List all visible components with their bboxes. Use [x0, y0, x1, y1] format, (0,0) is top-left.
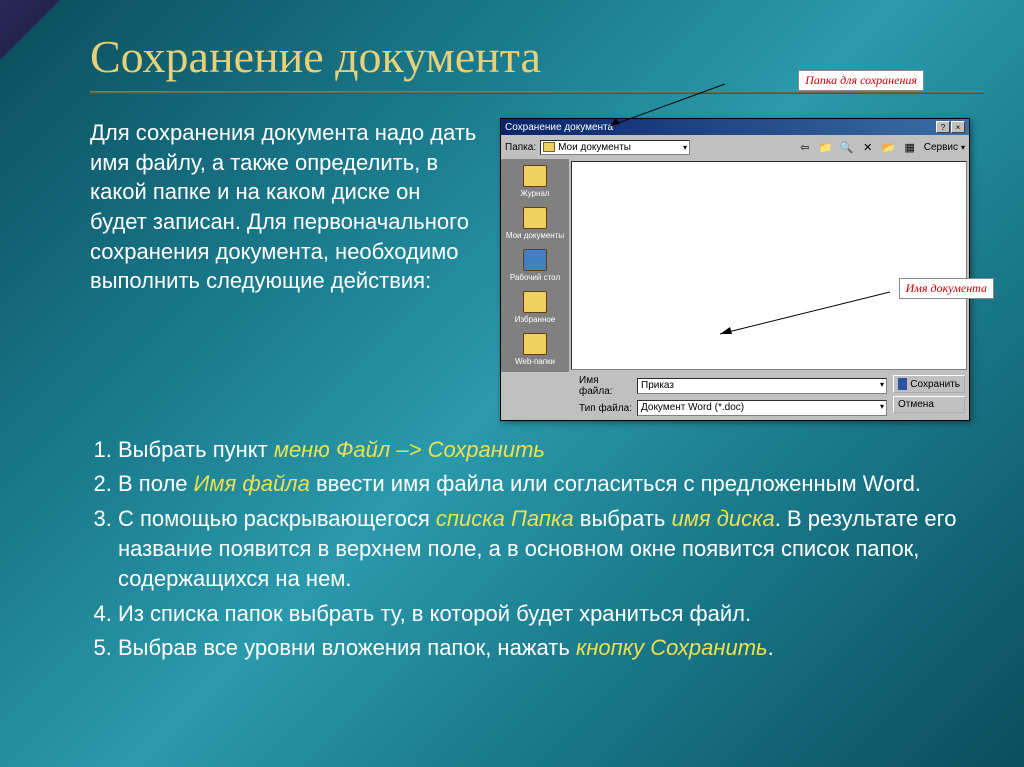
service-label[interactable]: Сервис — [924, 142, 958, 153]
dialog-body: Журнал Мои документы Рабочий стол И — [501, 159, 969, 372]
filename-value: Приказ — [641, 380, 674, 391]
text: Выбрав все уровни вложения папок, нажать — [118, 635, 576, 660]
dialog-titlebar: Сохранение документа ? × — [501, 119, 969, 135]
folder-label: Папка: — [505, 142, 536, 153]
highlight: кнопку Сохранить — [576, 635, 768, 660]
mydocs-icon — [523, 207, 547, 229]
text: выбрать — [574, 506, 672, 531]
dialog-bottom: Имя файла: Приказ Тип файла: Документ Wo… — [501, 372, 969, 420]
place-label: Web-папки — [515, 357, 555, 366]
steps-list: Выбрать пункт меню Файл –> Сохранить В п… — [90, 435, 984, 664]
list-item: Выбрать пункт меню Файл –> Сохранить — [118, 435, 984, 465]
place-journal[interactable]: Журнал — [503, 161, 567, 202]
filetype-label: Тип файла: — [579, 403, 633, 414]
dialog-buttons: Сохранить Отмена — [893, 375, 965, 416]
dialog-toolbar: Папка: Мои документы ⇦ 📁 🔍 ✕ 📂 ▦ Сервис … — [501, 135, 969, 159]
views-icon[interactable]: ▦ — [901, 138, 919, 156]
highlight: списка Папка — [436, 506, 574, 531]
journal-icon — [523, 165, 547, 187]
text: В поле — [118, 471, 194, 496]
highlight: Имя файла — [194, 471, 310, 496]
folder-combo[interactable]: Мои документы — [540, 140, 690, 155]
list-item: Из списка папок выбрать ту, в которой бу… — [118, 599, 984, 629]
callout-docname: Имя документа — [899, 278, 994, 299]
intro-text: Для сохранения документа надо дать имя ф… — [90, 118, 480, 421]
places-bar: Журнал Мои документы Рабочий стол И — [501, 159, 569, 372]
filetype-row: Тип файла: Документ Word (*.doc) — [579, 400, 887, 416]
filetype-combo[interactable]: Документ Word (*.doc) — [637, 400, 887, 416]
bottom-fields: Имя файла: Приказ Тип файла: Документ Wo… — [579, 375, 887, 416]
file-list-pane[interactable] — [571, 161, 967, 370]
place-desktop[interactable]: Рабочий стол — [503, 245, 567, 286]
filename-row: Имя файла: Приказ — [579, 375, 887, 397]
place-mydocs[interactable]: Мои документы — [503, 203, 567, 244]
toolbar-icons: ⇦ 📁 🔍 ✕ 📂 ▦ Сервис ▾ — [796, 138, 965, 156]
place-label: Рабочий стол — [510, 273, 560, 282]
text: Выбрать пункт — [118, 437, 274, 462]
place-label: Мои документы — [506, 231, 564, 240]
list-item: Выбрав все уровни вложения папок, нажать… — [118, 633, 984, 663]
back-icon[interactable]: ⇦ — [796, 138, 814, 156]
place-label: Избранное — [515, 315, 556, 324]
slide-content: Сохранение документа Для сохранения доку… — [0, 0, 1024, 698]
title-underline — [90, 91, 984, 94]
save-button[interactable]: Сохранить — [893, 375, 965, 393]
save-dialog: Сохранение документа ? × Папка: Мои доку… — [500, 118, 970, 421]
save-button-label: Сохранить — [910, 379, 960, 390]
filename-input[interactable]: Приказ — [637, 378, 887, 394]
desktop-icon — [523, 249, 547, 271]
folder-value: Мои документы — [558, 142, 631, 153]
new-folder-icon[interactable]: 📂 — [880, 138, 898, 156]
filename-label: Имя файла: — [579, 375, 633, 397]
place-webfolders[interactable]: Web-папки — [503, 329, 567, 370]
folder-icon — [543, 142, 555, 152]
cancel-button[interactable]: Отмена — [893, 396, 965, 413]
callout-folder: Папка для сохранения — [798, 70, 924, 91]
help-button[interactable]: ? — [936, 121, 950, 133]
filetype-value: Документ Word (*.doc) — [641, 402, 744, 413]
close-button[interactable]: × — [951, 121, 965, 133]
text: С помощью раскрывающегося — [118, 506, 436, 531]
delete-icon[interactable]: ✕ — [859, 138, 877, 156]
window-controls: ? × — [936, 121, 965, 133]
place-favorites[interactable]: Избранное — [503, 287, 567, 328]
list-item: В поле Имя файла ввести имя файла или со… — [118, 469, 984, 499]
highlight: имя диска — [672, 506, 775, 531]
favorites-icon — [523, 291, 547, 313]
search-icon[interactable]: 🔍 — [838, 138, 856, 156]
cancel-button-label: Отмена — [898, 399, 934, 410]
chevron-down-icon: ▾ — [961, 143, 965, 152]
text: ввести имя файла или согласиться с предл… — [310, 471, 921, 496]
highlight: меню Файл –> Сохранить — [274, 437, 545, 462]
place-label: Журнал — [520, 189, 549, 198]
list-item: С помощью раскрывающегося списка Папка в… — [118, 504, 984, 595]
dialog-container: Папка для сохранения Имя документа Сохра… — [500, 118, 984, 421]
save-icon — [898, 378, 907, 390]
text: . — [768, 635, 774, 660]
top-row: Для сохранения документа надо дать имя ф… — [90, 118, 984, 421]
up-folder-icon[interactable]: 📁 — [817, 138, 835, 156]
dialog-title: Сохранение документа — [505, 122, 613, 133]
webfolders-icon — [523, 333, 547, 355]
